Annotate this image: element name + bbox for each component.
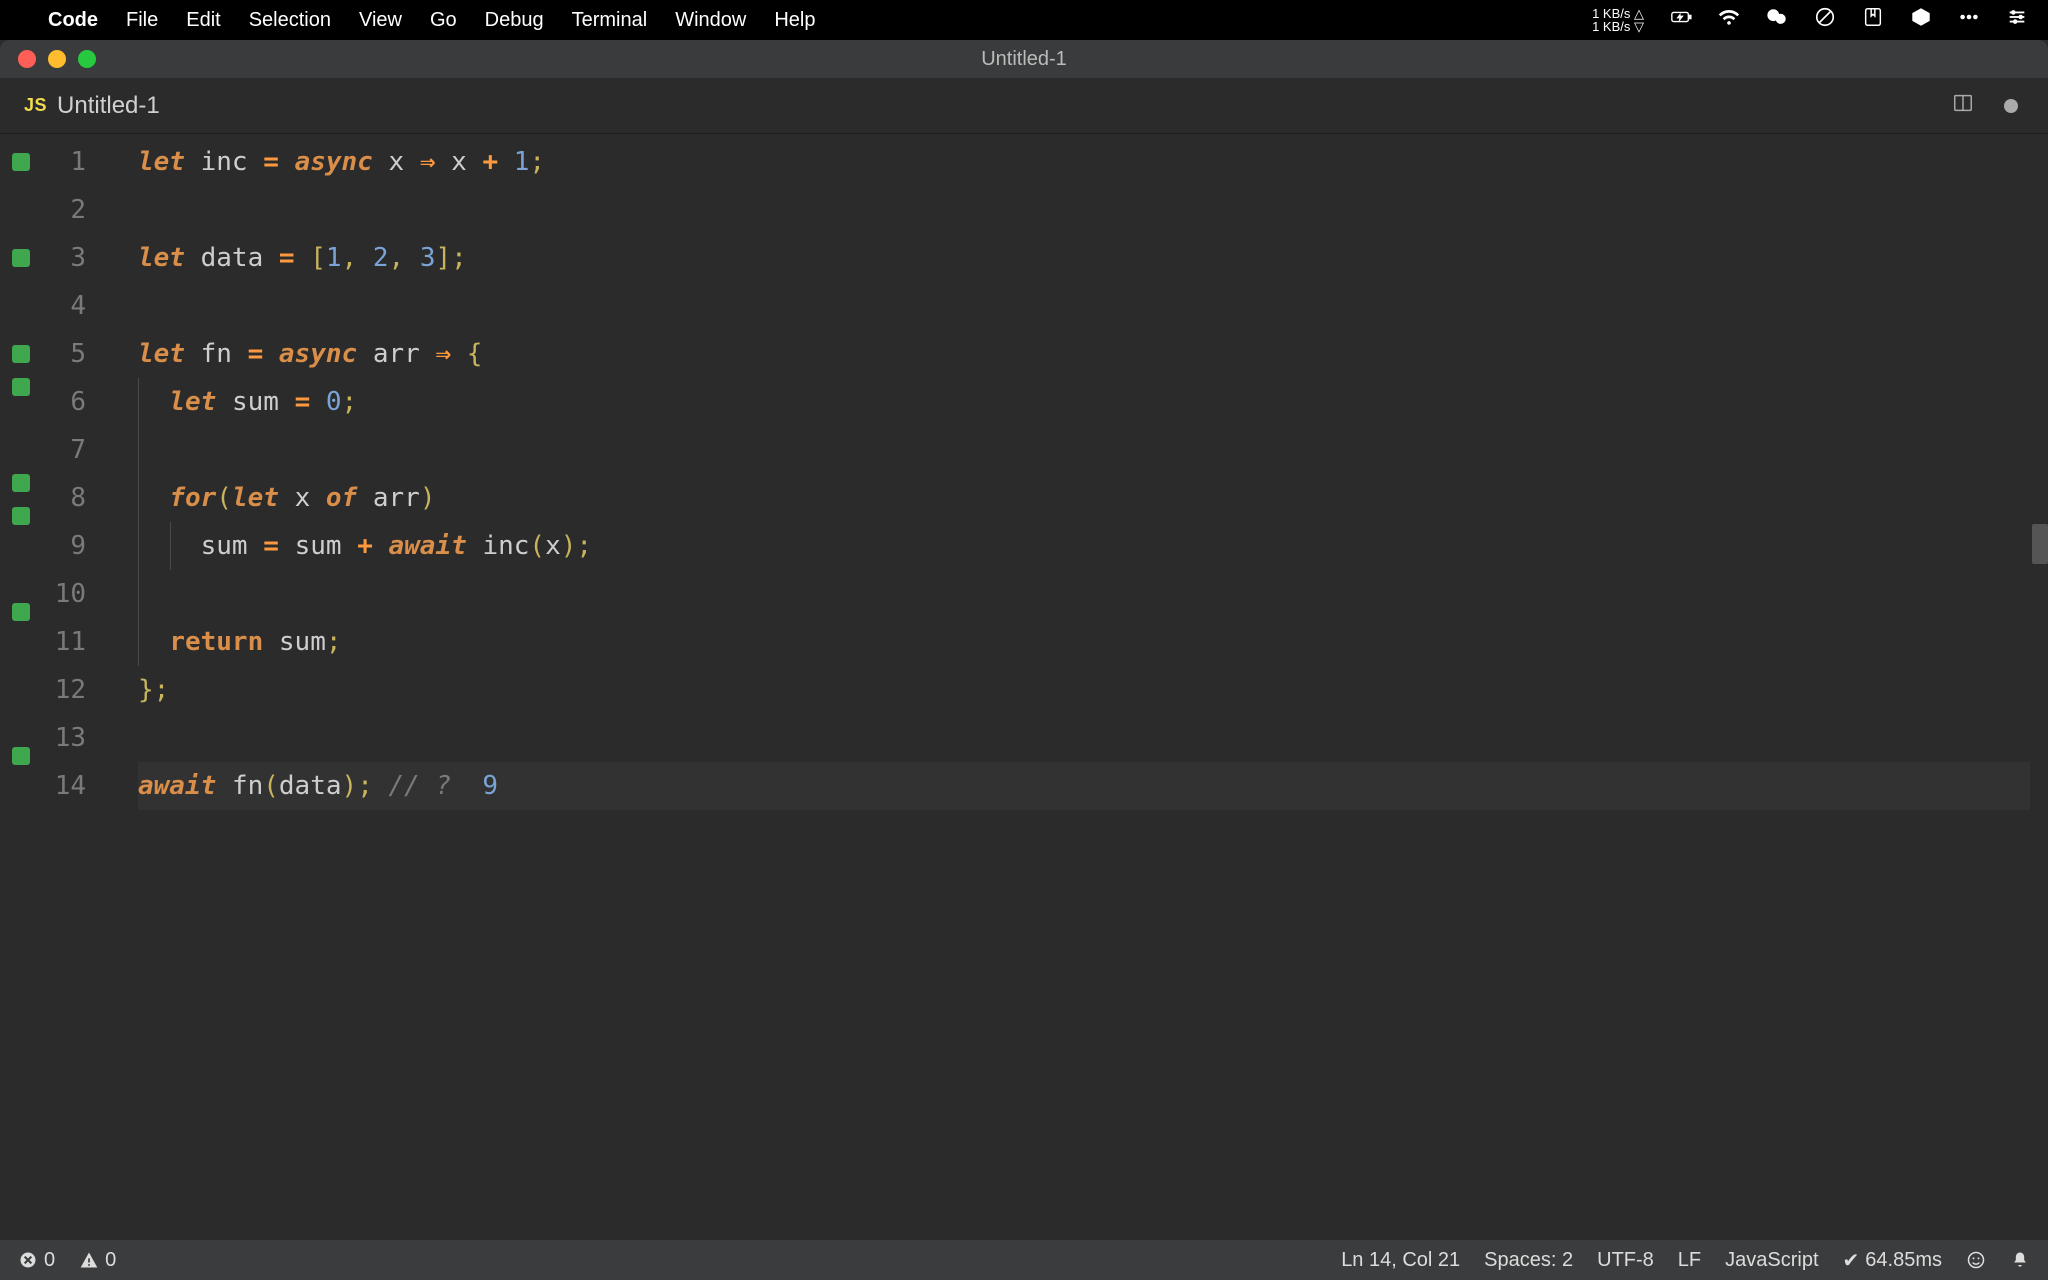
menubar-appname[interactable]: Code: [48, 9, 98, 32]
status-cursor[interactable]: Ln 14, Col 21: [1341, 1249, 1460, 1272]
code-line[interactable]: return sum;: [138, 618, 2030, 666]
code-line[interactable]: let fn = async arr ⇒ {: [138, 330, 2030, 378]
status-language[interactable]: JavaScript: [1725, 1249, 1818, 1272]
line-number: 13: [38, 714, 86, 762]
line-number: 11: [38, 618, 86, 666]
line-number: 5: [38, 330, 86, 378]
status-feedback-icon[interactable]: [1966, 1250, 1986, 1270]
line-number: 2: [38, 186, 86, 234]
menu-help[interactable]: Help: [774, 9, 815, 32]
gutter-mark: [12, 249, 30, 267]
code-area[interactable]: let inc = async x ⇒ x + 1; let data = [1,…: [98, 134, 2030, 1240]
tab-untitled-1[interactable]: JS Untitled-1: [0, 78, 184, 133]
gutter-mark: [0, 684, 38, 732]
box-icon[interactable]: [1910, 6, 1932, 34]
gutter-mark: [12, 153, 30, 171]
line-number: 3: [38, 234, 86, 282]
status-bar: 0 0 Ln 14, Col 21 Spaces: 2 UTF-8 LF Jav…: [0, 1240, 2048, 1280]
macos-menubar: Code File Edit Selection View Go Debug T…: [0, 0, 2048, 40]
menu-terminal[interactable]: Terminal: [572, 9, 648, 32]
battery-icon[interactable]: [1670, 6, 1692, 34]
gutter-mark: [12, 747, 30, 765]
code-line[interactable]: [138, 714, 2030, 762]
line-number: 1: [38, 138, 86, 186]
code-line[interactable]: let inc = async x ⇒ x + 1;: [138, 138, 2030, 186]
status-encoding[interactable]: UTF-8: [1597, 1249, 1654, 1272]
menu-debug[interactable]: Debug: [485, 9, 544, 32]
code-line[interactable]: [138, 282, 2030, 330]
gutter-mark: [12, 507, 30, 525]
menu-edit[interactable]: Edit: [186, 9, 220, 32]
control-center-icon[interactable]: [2006, 6, 2028, 34]
menu-file[interactable]: File: [126, 9, 158, 32]
split-editor-icon[interactable]: [1952, 92, 1974, 119]
gutter-mark: [12, 603, 30, 621]
menu-view[interactable]: View: [359, 9, 402, 32]
js-file-icon: JS: [24, 95, 47, 116]
tab-bar: JS Untitled-1: [0, 78, 2048, 134]
gutter-mark: [0, 282, 38, 330]
checkmark-icon: ✔: [1843, 1248, 1860, 1273]
window-close-button[interactable]: [18, 50, 36, 68]
line-number: 6: [38, 378, 86, 426]
menu-window[interactable]: Window: [675, 9, 746, 32]
line-number-gutter: 1234567891011121314: [38, 134, 98, 1240]
wechat-icon[interactable]: [1766, 6, 1788, 34]
gutter-mark: [12, 345, 30, 363]
line-number: 8: [38, 474, 86, 522]
minimap[interactable]: [2030, 134, 2048, 1240]
menu-go[interactable]: Go: [430, 9, 457, 32]
gutter-mark: [0, 411, 38, 459]
code-line[interactable]: };: [138, 666, 2030, 714]
network-stats-icon: 1 KB/s △ 1 KB/s ▽: [1592, 7, 1644, 33]
minimap-slider[interactable]: [2032, 524, 2048, 564]
editor[interactable]: 1234567891011121314 let inc = async x ⇒ …: [0, 134, 2048, 1240]
window-zoom-button[interactable]: [78, 50, 96, 68]
line-number: 10: [38, 570, 86, 618]
code-line[interactable]: [138, 186, 2030, 234]
line-number: 12: [38, 666, 86, 714]
tab-label: Untitled-1: [57, 92, 160, 120]
window-titlebar: Untitled-1: [0, 40, 2048, 78]
line-number: 9: [38, 522, 86, 570]
window-minimize-button[interactable]: [48, 50, 66, 68]
status-eol[interactable]: LF: [1678, 1249, 1701, 1272]
code-line[interactable]: sum = sum + await inc(x);: [138, 522, 2030, 570]
bookmark-icon[interactable]: [1862, 6, 1884, 34]
gutter-mark: [0, 540, 38, 588]
menu-selection[interactable]: Selection: [249, 9, 331, 32]
status-warnings[interactable]: 0: [79, 1249, 116, 1272]
error-icon: [18, 1250, 38, 1270]
gutter-mark: [12, 378, 30, 396]
code-line[interactable]: [138, 426, 2030, 474]
gutter-mark: [0, 636, 38, 684]
dirty-indicator-icon[interactable]: [2004, 99, 2018, 113]
status-indentation[interactable]: Spaces: 2: [1484, 1249, 1573, 1272]
status-bell-icon[interactable]: [2010, 1250, 2030, 1270]
line-number: 4: [38, 282, 86, 330]
line-number: 7: [38, 426, 86, 474]
code-line[interactable]: let data = [1, 2, 3];: [138, 234, 2030, 282]
gutter-mark: [0, 186, 38, 234]
code-line[interactable]: let sum = 0;: [138, 378, 2030, 426]
code-line[interactable]: [138, 570, 2030, 618]
code-line[interactable]: for(let x of arr): [138, 474, 2030, 522]
more-icon[interactable]: [1958, 6, 1980, 34]
gutter-decorations: [0, 134, 38, 1240]
line-number: 14: [38, 762, 86, 810]
warning-icon: [79, 1250, 99, 1270]
do-not-disturb-icon[interactable]: [1814, 6, 1836, 34]
code-line[interactable]: await fn(data); // ? 9: [138, 762, 2030, 810]
gutter-mark: [12, 474, 30, 492]
status-timing[interactable]: ✔ 64.85ms: [1843, 1248, 1942, 1273]
status-errors[interactable]: 0: [18, 1249, 55, 1272]
window-title: Untitled-1: [981, 48, 1067, 71]
wifi-icon[interactable]: [1718, 6, 1740, 34]
